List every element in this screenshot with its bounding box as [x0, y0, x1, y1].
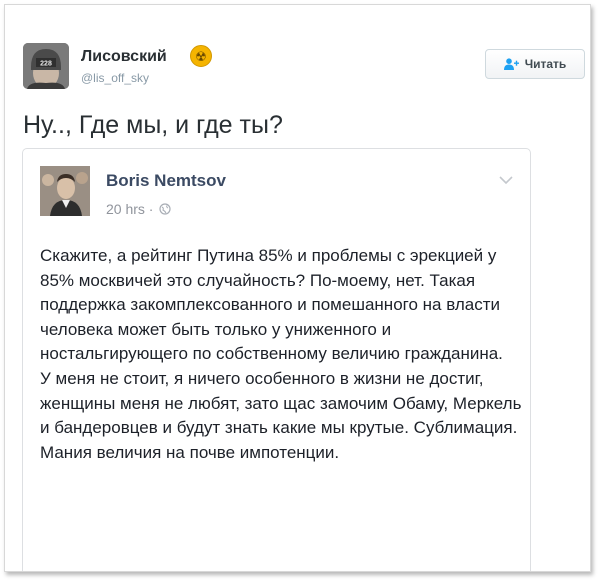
chevron-down-icon[interactable] [498, 173, 514, 185]
fb-author-avatar[interactable] [40, 166, 90, 216]
fb-post-meta: 20 hrs · [106, 201, 172, 217]
user-name[interactable]: Лисовский [81, 48, 167, 66]
person-cap-icon: 228 [23, 43, 69, 89]
fb-author-name[interactable]: Boris Nemtsov [106, 171, 226, 191]
follow-button-label: Читать [524, 57, 567, 71]
user-avatar[interactable]: 228 [23, 43, 69, 89]
tweet-text: Ну.., Где мы, и где ты? [23, 111, 283, 139]
fb-timestamp[interactable]: 20 hrs · [106, 201, 153, 217]
svg-text:228: 228 [40, 61, 52, 68]
globe-icon [159, 203, 172, 215]
fb-post-paragraph: У меня не стоит, я ничего особенного в ж… [40, 368, 522, 462]
fb-post-paragraph: Скажите, а рейтинг Путина 85% и проблемы… [40, 246, 503, 364]
tweet-card: 228 Лисовский ☢ @lis_off_sky Читать Ну..… [4, 4, 591, 572]
fb-post-body: Скажите, а рейтинг Путина 85% и проблемы… [40, 244, 530, 465]
radiation-icon: ☢ [190, 45, 212, 67]
embedded-facebook-post[interactable]: Boris Nemtsov 20 hrs · Скажите, а рейтин… [22, 148, 531, 571]
add-user-icon [503, 58, 519, 70]
follow-button[interactable]: Читать [485, 49, 585, 79]
user-handle[interactable]: @lis_off_sky [81, 71, 149, 85]
tweet-header: 228 Лисовский ☢ @lis_off_sky Читать [23, 43, 585, 95]
